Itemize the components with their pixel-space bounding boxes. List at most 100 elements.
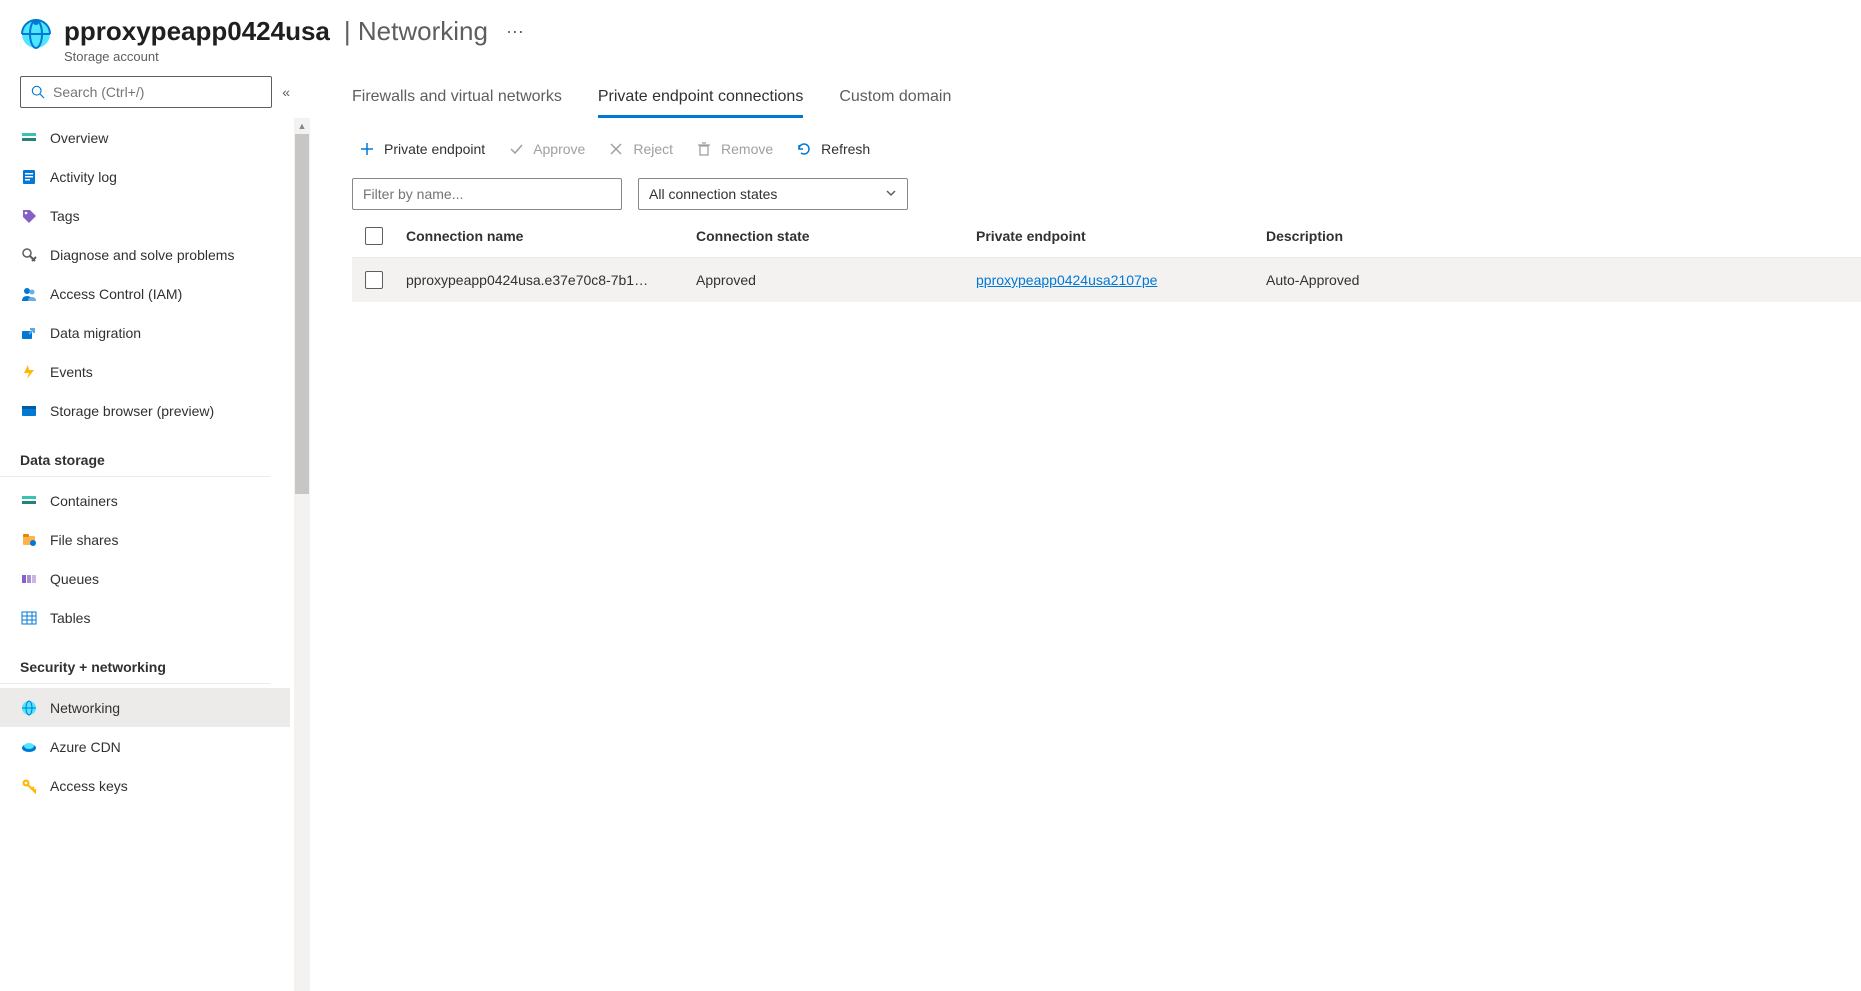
sidebar-item-label: Activity log	[50, 169, 117, 185]
sidebar-item-label: Diagnose and solve problems	[50, 247, 234, 263]
sidebar-item-azure-cdn[interactable]: Azure CDN	[0, 727, 290, 766]
tables-icon	[20, 609, 38, 627]
col-connection-name[interactable]: Connection name	[396, 228, 686, 244]
sidebar-item-tables[interactable]: Tables	[0, 598, 290, 637]
connections-table: Connection name Connection state Private…	[352, 214, 1861, 302]
cell-connection-name: pproxypeapp0424usa.e37e70c8-7b1…	[396, 272, 686, 288]
page-header: pproxypeapp0424usa | Networking ··· Stor…	[0, 0, 1861, 72]
sidebar-section-security-networking: Security + networking	[0, 637, 270, 684]
select-all-checkbox[interactable]	[352, 227, 396, 245]
col-connection-state[interactable]: Connection state	[686, 228, 966, 244]
sidebar-item-storage-browser[interactable]: Storage browser (preview)	[0, 391, 290, 430]
sidebar-item-overview[interactable]: Overview	[0, 118, 290, 157]
sidebar-item-iam[interactable]: Access Control (IAM)	[0, 274, 290, 313]
activity-log-icon	[20, 168, 38, 186]
sidebar-item-file-shares[interactable]: File shares	[0, 520, 290, 559]
sidebar-item-networking[interactable]: Networking	[0, 688, 290, 727]
cdn-icon	[20, 738, 38, 756]
trash-icon	[695, 140, 713, 158]
filter-by-name[interactable]	[352, 178, 622, 210]
sidebar-item-label: File shares	[50, 532, 118, 548]
table-row[interactable]: pproxypeapp0424usa.e37e70c8-7b1… Approve…	[352, 258, 1861, 302]
storage-browser-icon	[20, 402, 38, 420]
queues-icon	[20, 570, 38, 588]
sidebar-item-label: Containers	[50, 493, 118, 509]
sidebar-item-diagnose[interactable]: Diagnose and solve problems	[0, 235, 290, 274]
sidebar-search[interactable]	[20, 76, 272, 108]
toolbar-label: Private endpoint	[384, 141, 485, 157]
cell-description: Auto-Approved	[1256, 272, 1861, 288]
sidebar-item-label: Azure CDN	[50, 739, 121, 755]
main-content: Firewalls and virtual networks Private e…	[310, 72, 1861, 991]
toolbar-label: Refresh	[821, 141, 870, 157]
tab-private-endpoint-connections[interactable]: Private endpoint connections	[598, 80, 803, 118]
row-checkbox[interactable]	[352, 271, 396, 289]
iam-icon	[20, 285, 38, 303]
networking-icon	[20, 699, 38, 717]
sidebar-item-label: Access Control (IAM)	[50, 286, 182, 302]
sidebar: « Overview Activity log Tags	[0, 72, 310, 991]
search-input[interactable]	[53, 84, 263, 100]
more-actions-button[interactable]: ···	[502, 17, 528, 46]
check-icon	[507, 140, 525, 158]
scrollbar-thumb[interactable]	[295, 134, 309, 494]
resource-name: pproxypeapp0424usa	[64, 16, 330, 47]
refresh-button[interactable]: Refresh	[795, 140, 870, 158]
sidebar-item-label: Events	[50, 364, 93, 380]
scroll-up-icon[interactable]: ▲	[298, 118, 307, 134]
sidebar-item-events[interactable]: Events	[0, 352, 290, 391]
sidebar-section-data-storage: Data storage	[0, 430, 270, 477]
toolbar-label: Remove	[721, 141, 773, 157]
collapse-sidebar-button[interactable]: «	[282, 84, 290, 100]
tab-firewalls[interactable]: Firewalls and virtual networks	[352, 80, 562, 118]
sidebar-item-label: Overview	[50, 130, 108, 146]
sidebar-item-label: Access keys	[50, 778, 128, 794]
tab-custom-domain[interactable]: Custom domain	[839, 80, 951, 118]
private-endpoint-link[interactable]: pproxypeapp0424usa2107pe	[976, 272, 1157, 288]
toolbar: Private endpoint Approve Reject Remove R…	[352, 140, 1861, 158]
chevron-down-icon	[885, 186, 897, 202]
filter-row: All connection states	[352, 178, 1861, 210]
containers-icon	[20, 492, 38, 510]
sidebar-item-migration[interactable]: Data migration	[0, 313, 290, 352]
add-private-endpoint-button[interactable]: Private endpoint	[358, 140, 485, 158]
sidebar-item-containers[interactable]: Containers	[0, 481, 290, 520]
table-header: Connection name Connection state Private…	[352, 214, 1861, 258]
x-icon	[607, 140, 625, 158]
filter-connection-state[interactable]: All connection states	[638, 178, 908, 210]
sidebar-item-access-keys[interactable]: Access keys	[0, 766, 290, 805]
col-private-endpoint[interactable]: Private endpoint	[966, 228, 1256, 244]
overview-icon	[20, 129, 38, 147]
sidebar-item-label: Tables	[50, 610, 90, 626]
tags-icon	[20, 207, 38, 225]
file-shares-icon	[20, 531, 38, 549]
reject-button: Reject	[607, 140, 673, 158]
cell-connection-state: Approved	[686, 272, 966, 288]
sidebar-item-label: Tags	[50, 208, 80, 224]
refresh-icon	[795, 140, 813, 158]
resource-type-icon	[20, 18, 52, 50]
sidebar-item-queues[interactable]: Queues	[0, 559, 290, 598]
tabs: Firewalls and virtual networks Private e…	[352, 80, 1861, 118]
search-icon	[29, 83, 47, 101]
resource-type-label: Storage account	[64, 49, 528, 64]
toolbar-label: Approve	[533, 141, 585, 157]
plus-icon	[358, 140, 376, 158]
sidebar-item-label: Networking	[50, 700, 120, 716]
keys-icon	[20, 777, 38, 795]
sidebar-item-label: Storage browser (preview)	[50, 403, 214, 419]
sidebar-scrollbar[interactable]: ▲	[294, 118, 310, 991]
migration-icon	[20, 324, 38, 342]
sidebar-item-label: Queues	[50, 571, 99, 587]
blade-section: | Networking	[344, 16, 488, 47]
sidebar-item-label: Data migration	[50, 325, 141, 341]
events-icon	[20, 363, 38, 381]
sidebar-item-activity-log[interactable]: Activity log	[0, 157, 290, 196]
sidebar-item-tags[interactable]: Tags	[0, 196, 290, 235]
filter-name-input[interactable]	[363, 186, 611, 202]
filter-state-value: All connection states	[649, 186, 777, 202]
toolbar-label: Reject	[633, 141, 673, 157]
approve-button: Approve	[507, 140, 585, 158]
remove-button: Remove	[695, 140, 773, 158]
col-description[interactable]: Description	[1256, 228, 1861, 244]
